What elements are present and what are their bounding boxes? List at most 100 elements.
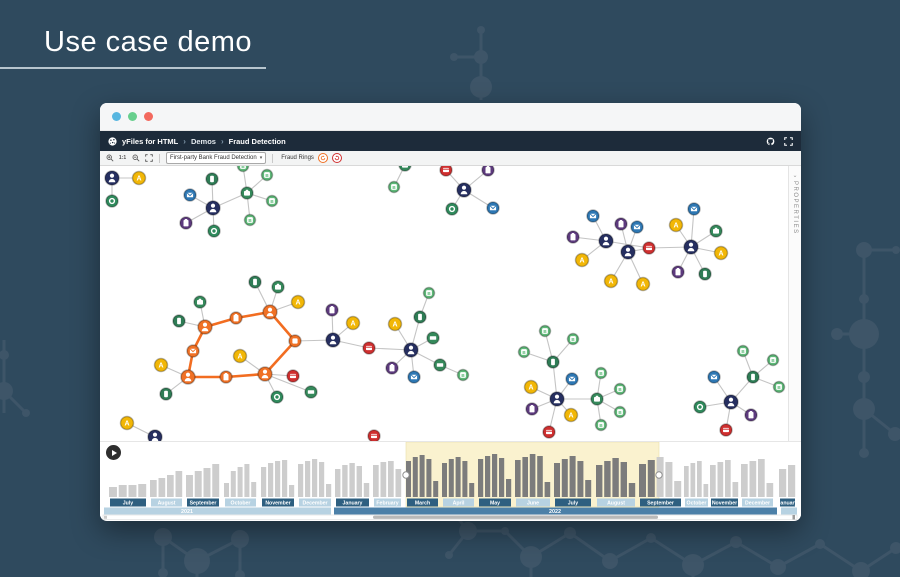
graph-node-person[interactable] bbox=[550, 392, 564, 406]
graph-node-card[interactable] bbox=[368, 430, 380, 441]
graph-node-branch[interactable]: B bbox=[389, 182, 400, 193]
graph-node-card[interactable] bbox=[287, 370, 299, 382]
graph-node-account[interactable]: A bbox=[389, 318, 402, 331]
graph-canvas[interactable]: ABBBBBAAAAAAAAAABBABBBAABBBBBBB ⌄ PROPER… bbox=[100, 166, 801, 441]
graph-node-bank[interactable] bbox=[399, 166, 411, 171]
graph-node-person[interactable] bbox=[206, 201, 220, 215]
graph-node-laptop[interactable] bbox=[434, 359, 446, 371]
timeline-handle-left[interactable] bbox=[403, 472, 409, 478]
graph-node-email[interactable] bbox=[688, 203, 700, 215]
graph-node-account[interactable]: A bbox=[347, 317, 360, 330]
graph-node-phone[interactable] bbox=[206, 173, 218, 185]
graph-node-branch[interactable]: B bbox=[768, 355, 779, 366]
zoom-out-icon[interactable] bbox=[131, 154, 140, 163]
graph-node-branch[interactable]: B bbox=[774, 382, 785, 393]
graph-node-gcircle[interactable] bbox=[694, 401, 706, 413]
graph-node-person[interactable] bbox=[105, 171, 119, 185]
graph-node-account[interactable]: A bbox=[292, 296, 305, 309]
graph-node-branch[interactable]: B bbox=[596, 420, 607, 431]
graph-node-account[interactable]: A bbox=[121, 417, 134, 430]
graph-node-card[interactable] bbox=[440, 166, 452, 176]
graph-node-address_ring[interactable] bbox=[220, 371, 232, 383]
graph-node-person[interactable] bbox=[404, 343, 418, 357]
github-icon[interactable] bbox=[766, 137, 775, 146]
graph-node-account[interactable]: A bbox=[715, 247, 728, 260]
graph-node-bank[interactable] bbox=[710, 225, 722, 237]
timeline-scrollbar-thumb[interactable] bbox=[373, 516, 658, 519]
graph-node-person[interactable] bbox=[326, 333, 340, 347]
properties-panel-toggle[interactable]: ⌄ PROPERTIES bbox=[788, 166, 801, 441]
traffic-light-minimize-button[interactable] bbox=[128, 112, 137, 121]
graph-node-branch[interactable]: B bbox=[262, 170, 273, 181]
fullscreen-icon[interactable] bbox=[784, 137, 793, 146]
graph-node-branch[interactable]: B bbox=[540, 326, 551, 337]
graph-node-email_ring[interactable] bbox=[187, 345, 199, 357]
graph-node-account[interactable]: A bbox=[565, 409, 578, 422]
graph-node-branch[interactable]: B bbox=[738, 346, 749, 357]
graph-node-person_ring[interactable] bbox=[258, 367, 272, 381]
graph-node-email[interactable] bbox=[184, 189, 196, 201]
fit-content-icon[interactable] bbox=[144, 154, 153, 163]
graph-node-account[interactable]: A bbox=[155, 359, 168, 372]
graph-node-person[interactable] bbox=[724, 395, 738, 409]
graph-node-laptop[interactable] bbox=[427, 332, 439, 344]
graph-node-email[interactable] bbox=[408, 371, 420, 383]
graph-node-email[interactable] bbox=[587, 210, 599, 222]
graph-node-address[interactable] bbox=[180, 217, 192, 229]
graph-node-email[interactable] bbox=[631, 221, 643, 233]
graph-node-address[interactable] bbox=[672, 266, 684, 278]
graph-node-gcircle[interactable] bbox=[446, 203, 458, 215]
timeline-play-button[interactable] bbox=[106, 445, 121, 460]
graph-node-gcircle[interactable] bbox=[208, 225, 220, 237]
graph-node-card[interactable] bbox=[720, 424, 732, 436]
graph-node-person_ring[interactable] bbox=[181, 370, 195, 384]
graph-node-phone[interactable] bbox=[747, 371, 759, 383]
graph-node-address[interactable] bbox=[326, 304, 338, 316]
traffic-light-zoom-button[interactable] bbox=[144, 112, 153, 121]
graph-node-address[interactable] bbox=[615, 218, 627, 230]
graph-node-account[interactable]: A bbox=[525, 381, 538, 394]
previous-fraud-ring-button[interactable] bbox=[318, 153, 328, 163]
graph-node-branch[interactable]: B bbox=[568, 334, 579, 345]
graph-node-email[interactable] bbox=[708, 371, 720, 383]
graph-node-email[interactable] bbox=[566, 373, 578, 385]
graph-node-account[interactable]: A bbox=[133, 172, 146, 185]
graph-node-loan_ring[interactable] bbox=[289, 335, 301, 347]
graph-node-card[interactable] bbox=[543, 426, 555, 438]
graph-node-person[interactable] bbox=[621, 245, 635, 259]
timeline-handle-right[interactable] bbox=[656, 472, 662, 478]
zoom-original-icon[interactable]: 1:1 bbox=[118, 154, 127, 163]
graph-node-phone[interactable] bbox=[249, 276, 261, 288]
graph-node-gcircle[interactable] bbox=[271, 391, 283, 403]
graph-node-card[interactable] bbox=[643, 242, 655, 254]
zoom-in-icon[interactable] bbox=[105, 154, 114, 163]
graph-node-address[interactable] bbox=[526, 403, 538, 415]
graph-node-branch[interactable]: B bbox=[615, 407, 626, 418]
graph-node-account[interactable]: A bbox=[605, 275, 618, 288]
traffic-light-close-button[interactable] bbox=[112, 112, 121, 121]
graph-node-person[interactable] bbox=[457, 183, 471, 197]
breadcrumb-demos[interactable]: Demos bbox=[191, 137, 216, 146]
graph-node-branch[interactable]: B bbox=[596, 368, 607, 379]
graph-node-address_ring[interactable] bbox=[230, 312, 242, 324]
graph-node-phone[interactable] bbox=[414, 311, 426, 323]
graph-node-person[interactable] bbox=[148, 430, 162, 441]
sample-select-dropdown[interactable]: First-party Bank Fraud Detection ▾ bbox=[166, 152, 266, 164]
graph-node-bank[interactable] bbox=[194, 296, 206, 308]
graph-node-gcircle[interactable] bbox=[106, 195, 118, 207]
graph-node-address[interactable] bbox=[386, 362, 398, 374]
graph-node-address[interactable] bbox=[482, 166, 494, 176]
graph-node-account[interactable]: A bbox=[234, 350, 247, 363]
graph-node-phone[interactable] bbox=[160, 388, 172, 400]
graph-node-branch[interactable]: B bbox=[238, 166, 249, 172]
graph-node-phone[interactable] bbox=[173, 315, 185, 327]
graph-node-account[interactable]: A bbox=[576, 254, 589, 267]
graph-node-laptop[interactable] bbox=[305, 386, 317, 398]
graph-node-branch[interactable]: B bbox=[519, 347, 530, 358]
graph-node-person_ring[interactable] bbox=[263, 305, 277, 319]
graph-node-address[interactable] bbox=[745, 409, 757, 421]
next-fraud-ring-button[interactable] bbox=[332, 153, 342, 163]
graph-node-person[interactable] bbox=[684, 240, 698, 254]
graph-node-phone[interactable] bbox=[547, 356, 559, 368]
graph-node-bank[interactable] bbox=[591, 393, 603, 405]
